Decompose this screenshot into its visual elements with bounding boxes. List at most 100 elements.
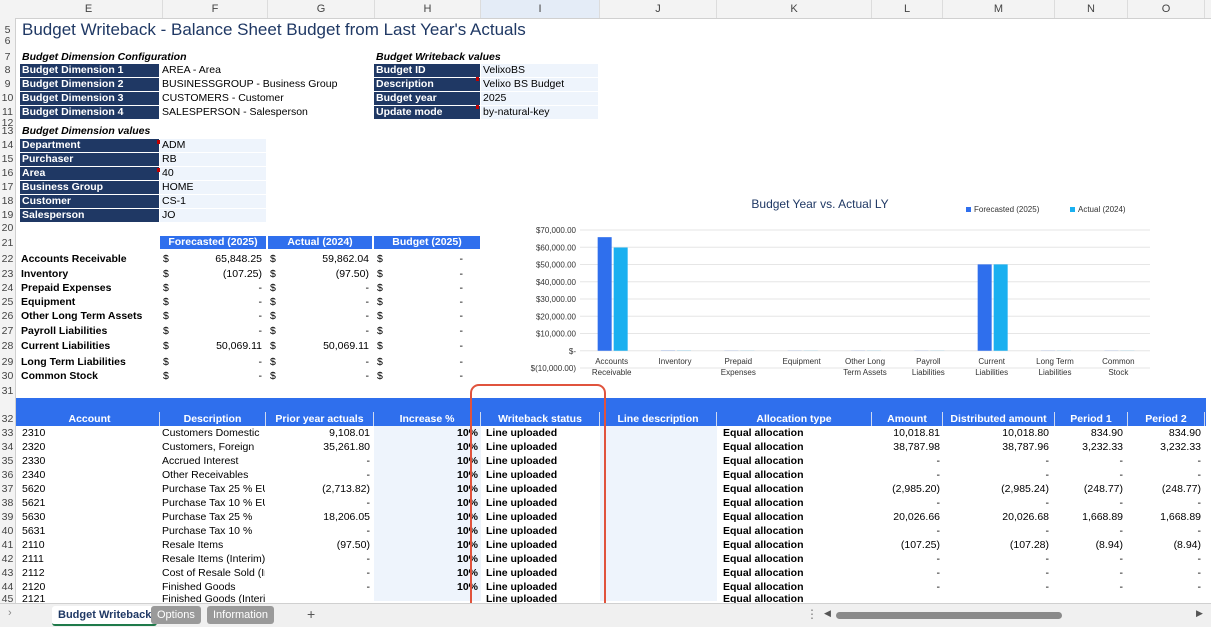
increase-cell[interactable]: 10% (376, 427, 478, 439)
column-header-e[interactable]: E (15, 0, 163, 18)
table-header[interactable]: Description (160, 412, 266, 426)
row-header[interactable]: 38 (0, 497, 15, 509)
more-options-icon[interactable]: ⋮ (806, 607, 818, 621)
table-header[interactable]: Period 1 (1055, 412, 1128, 426)
summary-value[interactable]: - (389, 356, 463, 368)
summary-value[interactable]: (107.25) (175, 268, 262, 280)
summary-value[interactable]: - (389, 340, 463, 352)
description-cell[interactable]: Finished Goods (162, 581, 265, 593)
increase-cell[interactable]: 10% (376, 511, 478, 523)
summary-value[interactable]: - (175, 282, 262, 294)
table-header[interactable]: Line description (600, 412, 717, 426)
distributed-amount-cell[interactable]: - (945, 581, 1049, 593)
account-cell[interactable]: 5621 (22, 497, 45, 509)
distributed-amount-cell[interactable]: - (945, 553, 1049, 565)
summary-value[interactable]: - (282, 325, 369, 337)
column-header-h[interactable]: H (375, 0, 481, 18)
amount-cell[interactable]: 10,018.81 (874, 427, 940, 439)
row-header[interactable]: 36 (0, 469, 15, 481)
summary-value[interactable]: - (175, 356, 262, 368)
period-2-cell[interactable]: - (1130, 455, 1201, 467)
account-cell[interactable]: 2111 (22, 553, 44, 565)
allocation-type-cell[interactable]: Equal allocation (723, 497, 804, 509)
distributed-amount-cell[interactable]: - (945, 455, 1049, 467)
allocation-type-cell[interactable]: Equal allocation (723, 469, 804, 481)
prior-year-cell[interactable]: (97.50) (268, 539, 370, 551)
row-header[interactable]: 22 (0, 253, 15, 265)
dim-value-value[interactable]: 40 (160, 167, 266, 180)
increase-cell[interactable]: 10% (376, 525, 478, 537)
period-2-cell[interactable]: - (1130, 567, 1201, 579)
account-cell[interactable]: 2320 (22, 441, 45, 453)
amount-cell[interactable]: - (874, 469, 940, 481)
row-header[interactable]: 21 (0, 237, 15, 249)
row-header[interactable]: 33 (0, 427, 15, 439)
summary-value[interactable]: - (389, 325, 463, 337)
allocation-type-cell[interactable]: Equal allocation (723, 511, 804, 523)
prior-year-cell[interactable]: 35,261.80 (268, 441, 370, 453)
row-header[interactable]: 40 (0, 525, 15, 537)
amount-cell[interactable]: 38,787.98 (874, 441, 940, 453)
distributed-amount-cell[interactable]: 38,787.96 (945, 441, 1049, 453)
period-1-cell[interactable]: - (1057, 455, 1123, 467)
prior-year-cell[interactable]: - (268, 497, 370, 509)
prior-year-cell[interactable]: 18,206.05 (268, 511, 370, 523)
dim-value-value[interactable]: RB (160, 153, 266, 166)
period-1-cell[interactable]: - (1057, 581, 1123, 593)
summary-value[interactable]: - (282, 370, 369, 382)
account-cell[interactable]: 2310 (22, 427, 45, 439)
column-header-j[interactable]: J (600, 0, 717, 18)
row-header[interactable]: 27 (0, 325, 15, 337)
description-cell[interactable]: Resale Items (162, 539, 265, 551)
description-cell[interactable]: Purchase Tax 10 % (162, 525, 265, 537)
row-header[interactable]: 25 (0, 296, 15, 308)
description-cell[interactable]: Purchase Tax 10 % EU (162, 497, 265, 509)
summary-value[interactable]: (97.50) (282, 268, 369, 280)
dim-config-value[interactable]: CUSTOMERS - Customer (160, 92, 365, 105)
allocation-type-cell[interactable]: Equal allocation (723, 441, 804, 453)
row-header[interactable]: 14 (0, 139, 15, 151)
summary-value[interactable]: - (389, 253, 463, 265)
summary-value[interactable]: - (389, 310, 463, 322)
description-cell[interactable]: Resale Items (Interim) (162, 553, 265, 565)
distributed-amount-cell[interactable]: - (945, 497, 1049, 509)
row-header[interactable]: 35 (0, 455, 15, 467)
prior-year-cell[interactable]: - (268, 567, 370, 579)
summary-value[interactable]: - (389, 296, 463, 308)
row-header[interactable]: 13 (0, 125, 15, 137)
distributed-amount-cell[interactable]: - (945, 525, 1049, 537)
account-cell[interactable]: 2330 (22, 455, 45, 467)
table-header[interactable]: Prior year actuals (266, 412, 374, 426)
writeback-value[interactable]: by-natural-key (481, 106, 598, 119)
summary-value[interactable]: - (389, 370, 463, 382)
dim-value-value[interactable]: HOME (160, 181, 266, 194)
period-2-cell[interactable]: - (1130, 581, 1201, 593)
allocation-type-cell[interactable]: Equal allocation (723, 567, 804, 579)
prior-year-cell[interactable]: - (268, 525, 370, 537)
prior-year-cell[interactable]: - (268, 581, 370, 593)
summary-value[interactable]: 50,069.11 (282, 340, 369, 352)
table-header[interactable]: Increase % (374, 412, 481, 426)
row-header[interactable]: 28 (0, 340, 15, 352)
dim-config-value[interactable]: SALESPERSON - Salesperson (160, 106, 365, 119)
chevron-right-icon[interactable]: › (8, 607, 12, 619)
row-header[interactable]: 19 (0, 209, 15, 221)
increase-cell[interactable]: 10% (376, 553, 478, 565)
description-cell[interactable]: Accrued Interest (162, 455, 265, 467)
row-header[interactable]: 16 (0, 167, 15, 179)
summary-value[interactable]: - (175, 325, 262, 337)
period-2-cell[interactable]: (8.94) (1130, 539, 1201, 551)
amount-cell[interactable]: - (874, 567, 940, 579)
increase-cell[interactable]: 10% (376, 497, 478, 509)
dim-value-value[interactable]: JO (160, 209, 266, 222)
description-cell[interactable]: Purchase Tax 25 % EU (162, 483, 265, 495)
column-header-o[interactable]: O (1128, 0, 1205, 18)
summary-value[interactable]: - (282, 310, 369, 322)
row-header[interactable]: 39 (0, 511, 15, 523)
distributed-amount-cell[interactable]: (107.28) (945, 539, 1049, 551)
add-sheet-button[interactable]: + (307, 606, 315, 622)
row-header[interactable]: 31 (0, 385, 15, 397)
period-1-cell[interactable]: - (1057, 497, 1123, 509)
row-header[interactable]: 43 (0, 567, 15, 579)
amount-cell[interactable]: - (874, 525, 940, 537)
